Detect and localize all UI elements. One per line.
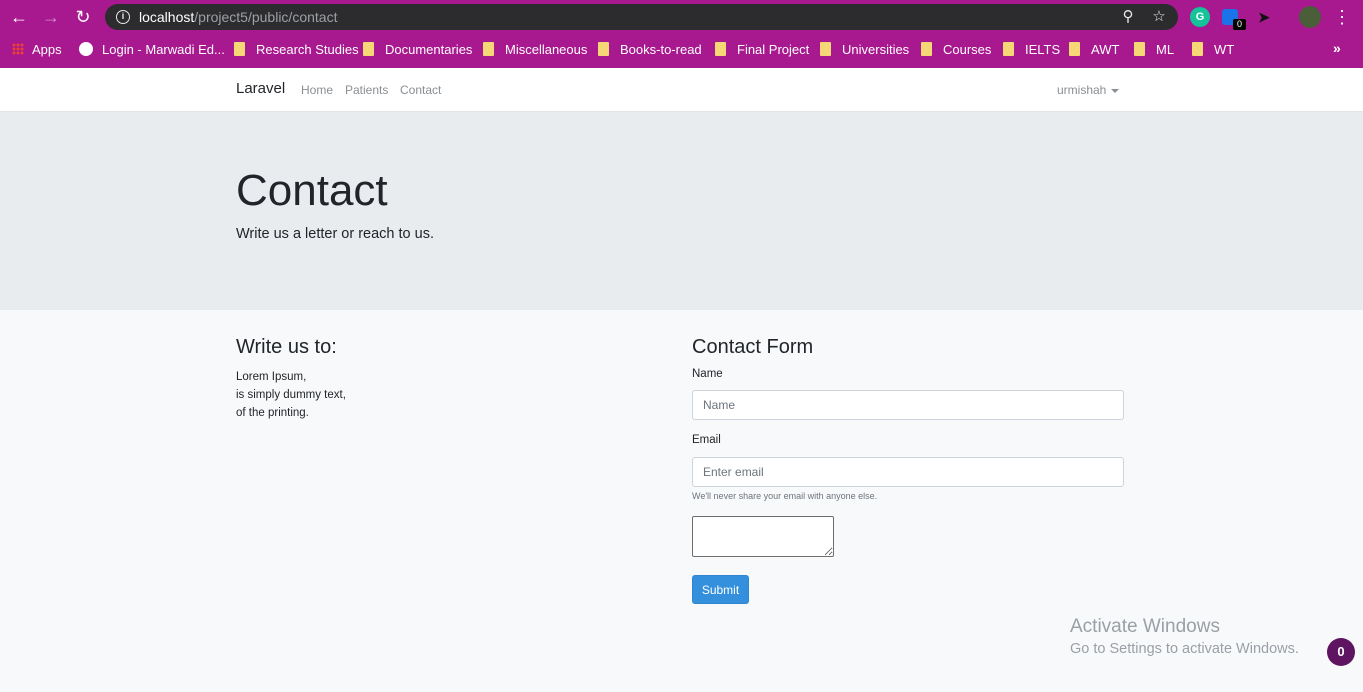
message-textarea[interactable]	[692, 516, 834, 557]
folder-icon	[363, 42, 374, 56]
bookmarks-overflow-icon[interactable]: »	[1333, 40, 1341, 56]
folder-icon	[1003, 42, 1014, 56]
bookmark-folder[interactable]: Courses	[921, 40, 991, 58]
bookmark-folder[interactable]: Research Studies	[234, 40, 359, 58]
activate-windows-text: Go to Settings to activate Windows.	[1070, 641, 1299, 657]
bookmark-folder[interactable]: Documentaries	[363, 40, 472, 58]
nav-link-home[interactable]: Home	[301, 83, 333, 97]
app-navbar: Laravel Home Patients Contact urmishah	[0, 68, 1363, 112]
bookmark-folder[interactable]: Books-to-read	[598, 40, 702, 58]
email-input[interactable]	[692, 457, 1124, 487]
jumbotron: Contact Write us a letter or reach to us…	[0, 112, 1363, 310]
bookmark-folder[interactable]: Universities	[820, 40, 909, 58]
browser-toolbar: ← → ↻ i localhost/project5/public/contac…	[0, 0, 1363, 34]
bookmark-label: Apps	[32, 41, 62, 57]
url-host: localhost	[139, 9, 195, 25]
bookmark-label: Miscellaneous	[505, 41, 588, 57]
grammarly-letter: G	[1195, 11, 1205, 23]
nav-link-contact[interactable]: Contact	[400, 83, 441, 97]
bookmark-folder[interactable]: ML	[1134, 40, 1174, 58]
address-title: Write us to:	[236, 336, 337, 358]
bookmark-label: ML	[1156, 41, 1175, 57]
globe-icon	[79, 42, 93, 56]
reload-icon[interactable]: ↻	[72, 6, 94, 28]
profile-avatar[interactable]	[1299, 6, 1321, 28]
info-icon[interactable]: i	[116, 10, 130, 24]
bookmark-folder[interactable]: IELTS	[1003, 40, 1060, 58]
folder-icon	[820, 42, 831, 56]
submit-button[interactable]: Submit	[692, 575, 749, 604]
url-text[interactable]: localhost/project5/public/contact	[139, 9, 337, 25]
grammarly-icon[interactable]: G	[1190, 7, 1210, 27]
bookmark-label: Login - Marwadi Ed...	[102, 41, 225, 57]
browser-chrome: ← → ↻ i localhost/project5/public/contac…	[0, 0, 1363, 68]
bookmark-folder[interactable]: AWT	[1069, 40, 1119, 58]
page-lead: Write us a letter or reach to us.	[236, 226, 434, 242]
email-help-text: We'll never share your email with anyone…	[692, 491, 878, 501]
folder-icon	[234, 42, 245, 56]
name-input[interactable]	[692, 390, 1124, 420]
bookmark-label: AWT	[1091, 41, 1120, 57]
folder-icon	[598, 42, 609, 56]
nav-link-patients[interactable]: Patients	[345, 83, 388, 97]
star-icon[interactable]: ☆	[1150, 8, 1168, 26]
address-line: Lorem Ipsum,	[236, 371, 307, 383]
bookmark-login[interactable]: Login - Marwadi Ed...	[79, 40, 225, 58]
address-line: is simply dummy text,	[236, 389, 346, 401]
address-block: Lorem Ipsum, is simply dummy text, of th…	[236, 368, 346, 422]
bookmark-label: IELTS	[1025, 41, 1061, 57]
folder-icon	[1134, 42, 1145, 56]
folder-icon	[1069, 42, 1080, 56]
bookmark-label: Universities	[842, 41, 910, 57]
bookmark-label: Final Project	[737, 41, 810, 57]
folder-icon	[921, 42, 932, 56]
folder-icon	[483, 42, 494, 56]
brand-link[interactable]: Laravel	[236, 80, 285, 97]
bookmark-folder[interactable]: Final Project	[715, 40, 809, 58]
bookmark-label: Courses	[943, 41, 992, 57]
notification-badge[interactable]: 0	[1327, 638, 1355, 666]
apps-grid-icon	[12, 43, 24, 55]
zoom-icon[interactable]: ⚲	[1119, 8, 1137, 26]
name-label: Name	[692, 368, 723, 380]
back-arrow-icon[interactable]: ←	[8, 6, 30, 28]
forward-arrow-icon[interactable]: →	[40, 6, 62, 28]
bookmarks-bar: Apps Login - Marwadi Ed... Research Stud…	[0, 36, 1363, 62]
bookmark-folder[interactable]: WT	[1192, 40, 1234, 58]
browser-menu-icon[interactable]: ⋮	[1333, 6, 1351, 28]
user-dropdown[interactable]: urmishah	[1057, 83, 1120, 97]
folder-icon	[1192, 42, 1203, 56]
bookmark-label: Documentaries	[385, 41, 473, 57]
bookmark-folder[interactable]: Miscellaneous	[483, 40, 587, 58]
address-bar[interactable]: i localhost/project5/public/contact ⚲ ☆	[105, 4, 1178, 30]
activate-windows-title: Activate Windows	[1070, 616, 1220, 637]
email-label: Email	[692, 434, 721, 446]
bookmark-label: Research Studies	[256, 41, 359, 57]
bookmark-apps[interactable]: Apps	[12, 40, 62, 58]
caret-down-icon	[1111, 88, 1120, 93]
bookmark-label: WT	[1214, 41, 1235, 57]
user-name: urmishah	[1057, 83, 1107, 97]
bookmark-label: Books-to-read	[620, 41, 702, 57]
page-title: Contact	[236, 166, 388, 215]
address-line: of the printing.	[236, 407, 309, 419]
form-title: Contact Form	[692, 336, 814, 358]
cursor-extension-icon[interactable]: ➤	[1254, 7, 1274, 27]
url-path: /project5/public/contact	[194, 9, 338, 25]
folder-icon	[715, 42, 726, 56]
extension-badge: 0	[1233, 19, 1246, 30]
